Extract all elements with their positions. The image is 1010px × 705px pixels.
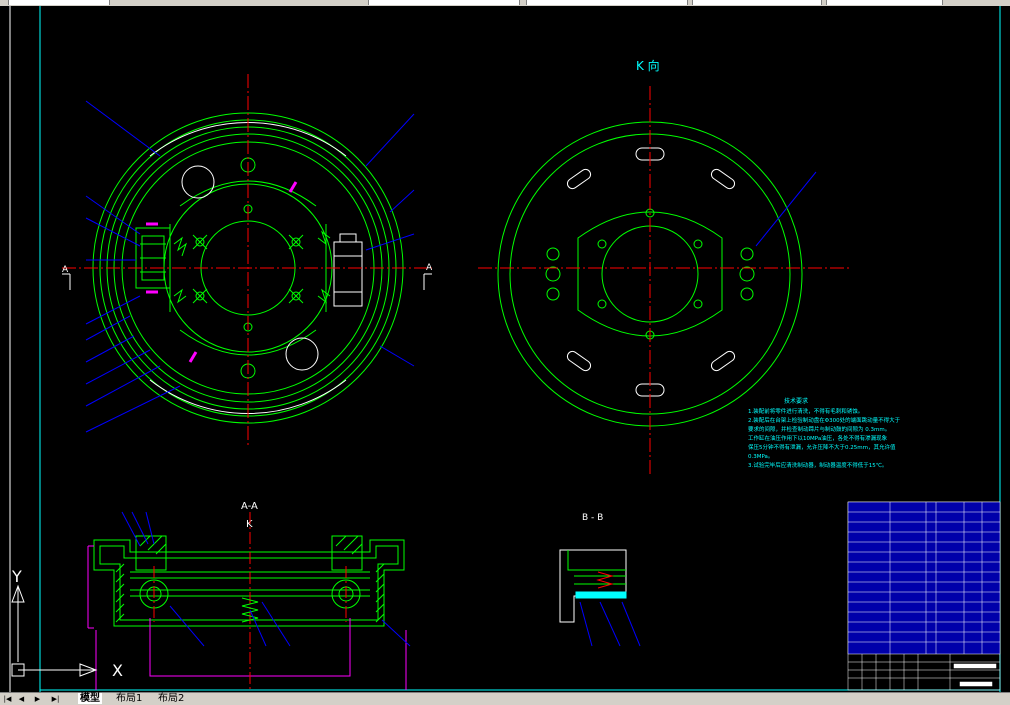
tab-nav-prev-button[interactable]: ◀	[16, 694, 27, 704]
ucs-y-label: Y	[11, 567, 22, 586]
tech-req-title: 技术要求	[784, 397, 808, 405]
tech-req-line-7: 3.试验完毕后应清洗制动器，制动器温度不得低于15℃。	[748, 461, 887, 469]
tech-req-line-3: 要求的间隙，并检查制动蹄片与制动鼓的间隙为 0.3mm。	[748, 425, 890, 433]
section-bb-label: B - B	[582, 513, 603, 523]
tab-layout1[interactable]: 布局1	[114, 693, 144, 704]
bb-lining	[575, 591, 627, 599]
tab-nav-first-button[interactable]: |◀	[2, 694, 13, 704]
tab-nav-last-button[interactable]: ▶|	[50, 694, 61, 704]
tech-req-line-4: 工作缸在油压作用下以10MPa油压，各处不得有渗漏现象	[748, 434, 888, 442]
section-aa-label: A-A	[241, 501, 258, 512]
tech-req-line-1: 1.装配前将零件进行清洗，不得有毛刺和锈蚀。	[748, 407, 863, 415]
tech-req-line-2: 2.装配后在台架上检验制动盘在Φ300处的端面跳动量不得大于	[748, 416, 901, 424]
view-k-label: K 向	[636, 58, 660, 73]
tab-model[interactable]: 模型	[78, 693, 102, 704]
tab-layout2[interactable]: 布局2	[156, 693, 186, 704]
cut-label-right: A	[426, 263, 433, 273]
title-block[interactable]	[847, 501, 1001, 691]
drawing-canvas[interactable]: A A K 向 技术要求 1.装配前将零件进行清洗，不得有毛刺和锈蚀。 2.装配…	[0, 6, 1010, 692]
layer-dropdown[interactable]	[8, 0, 110, 5]
tech-req-line-5: 保压5分钟不得有泄漏，允许压降不大于0.25mm，其允许值	[748, 443, 896, 451]
cut-label-left: A	[62, 265, 69, 275]
color-dropdown[interactable]	[368, 0, 520, 5]
lineweight-dropdown[interactable]	[692, 0, 822, 5]
tech-req-line-6: 0.3MPa。	[748, 454, 773, 460]
plotstyle-dropdown[interactable]	[826, 0, 943, 5]
linetype-dropdown[interactable]	[526, 0, 688, 5]
tab-nav-next-button[interactable]: ▶	[32, 694, 43, 704]
ucs-x-label: X	[112, 661, 123, 680]
layout-tab-bar: |◀ ◀ ▶ ▶| 模型 布局1 布局2	[0, 692, 1010, 705]
